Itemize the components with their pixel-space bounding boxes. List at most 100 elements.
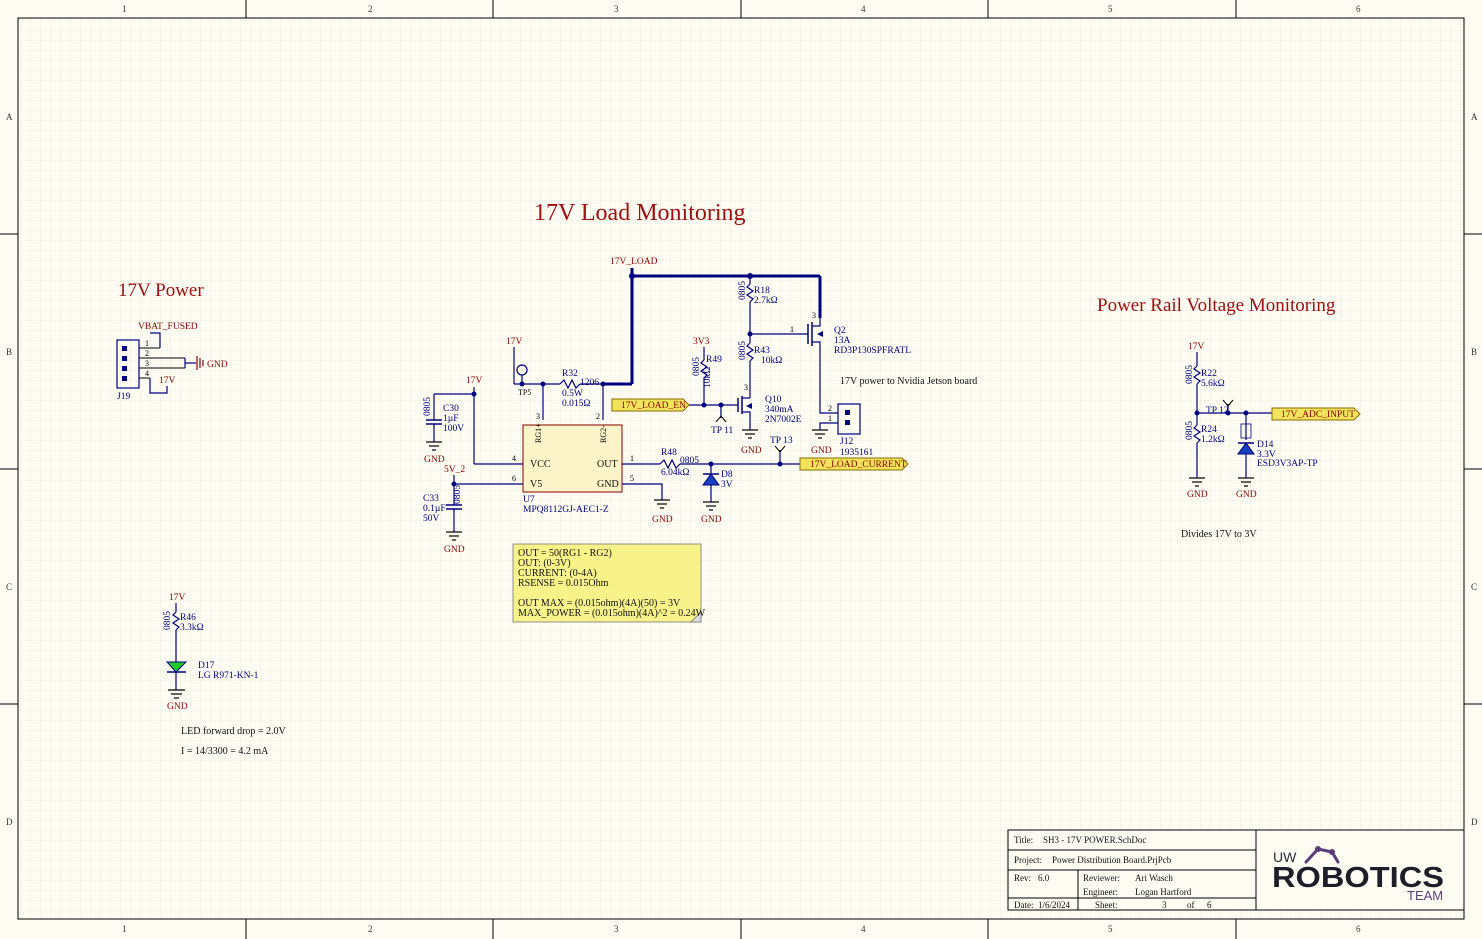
svg-text:Engineer:: Engineer: [1083,887,1118,897]
tb-sheets: 6 [1207,900,1212,910]
d14-part: ESD3V3AP-TP [1257,459,1318,469]
r46-value: 3.3kΩ [180,623,204,633]
svg-text:of: of [1187,900,1195,910]
tb-date: 1/6/2024 [1038,900,1071,910]
svg-text:RG1+: RG1+ [534,423,543,443]
c30-ref: C30 [443,404,459,414]
c30-cap: 1µF [443,414,459,424]
svg-text:GND: GND [424,455,445,465]
zone-row-b-left: B [6,347,12,357]
svg-text:0805: 0805 [423,397,433,416]
tb-engineer: Logan Hartford [1135,887,1192,897]
zone-row-d-left: D [6,817,13,827]
d8-ref: D8 [721,470,733,480]
u7-part: MPQ8112GJ-AEC1-Z [523,505,609,515]
zone-col-2-top: 2 [368,4,373,14]
r32-ref: R32 [562,369,578,379]
formula-note: OUT = 50(RG1 - RG2) OUT: (0-3V) CURRENT:… [512,543,706,623]
zone-col-1-bottom: 1 [122,924,127,934]
d17-ref: D17 [198,661,215,671]
d17-part: LG R971-KN-1 [198,671,259,681]
r24-value: 1.2kΩ [1201,435,1225,445]
svg-text:17V: 17V [1188,342,1205,352]
j12-part: 1935161 [840,448,874,458]
svg-text:5V_2: 5V_2 [444,465,465,475]
svg-text:5: 5 [630,474,634,483]
zone-col-2-bottom: 2 [368,924,373,934]
q10-ref: Q10 [765,395,782,405]
note-led-drop: LED forward drop = 2.0V [181,726,287,737]
svg-text:1: 1 [145,339,149,348]
svg-text:0805: 0805 [738,281,748,300]
svg-text:GND: GND [811,446,832,456]
tb-rev: 6.0 [1038,873,1050,883]
r18-ref: R18 [754,286,770,296]
r22-value: 5.6kΩ [1201,379,1225,389]
svg-text:V5: V5 [530,479,542,490]
r46-ref: R46 [180,613,196,623]
svg-text:3: 3 [536,412,540,421]
netport-adc-input: 17V_ADC_INPUT [1271,407,1361,421]
c30-volt: 100V [443,424,464,434]
svg-text:17V_LOAD_EN: 17V_LOAD_EN [621,401,686,411]
zone-col-5-top: 5 [1108,4,1113,14]
svg-text:Rev:: Rev: [1014,873,1031,883]
svg-text:17V: 17V [506,337,523,347]
svg-text:Project:: Project: [1014,855,1042,865]
svg-text:3V3: 3V3 [693,337,710,347]
tb-project: Power Distribution Board.PrjPcb [1052,855,1172,865]
svg-text:Date:: Date: [1014,900,1034,910]
svg-text:Title:: Title: [1014,835,1033,845]
heading-17v-power: 17V Power [118,280,204,301]
zone-col-4-top: 4 [861,4,866,14]
zone-row-c-left: C [6,582,12,592]
svg-text:1206: 1206 [580,378,599,388]
svg-text:GND: GND [741,446,762,456]
q10-current: 340mA [765,405,794,415]
heading-rail-monitoring: Power Rail Voltage Monitoring [1097,295,1336,316]
svg-text:17V_LOAD_CURRENT: 17V_LOAD_CURRENT [810,460,907,470]
note-led-current: I = 14/3300 = 4.2 mA [181,746,269,757]
u7-ref: U7 [523,495,535,505]
svg-text:6: 6 [512,474,516,483]
c33-volt: 50V [423,514,440,524]
svg-text:0805: 0805 [692,357,702,376]
svg-text:2: 2 [145,349,149,358]
r49-ref: R49 [706,355,722,365]
svg-text:0805: 0805 [1185,421,1195,440]
svg-text:VCC: VCC [530,459,551,470]
svg-text:TEAM: TEAM [1407,888,1443,903]
tp11-ref: TP 11 [711,426,734,436]
r32-value: 0.015Ω [562,399,590,409]
c33-cap: 0.1µF [423,504,446,514]
r32-power: 0.5W [562,389,583,399]
zone-col-3-top: 3 [614,4,619,14]
svg-text:1: 1 [790,325,794,334]
net-17v-j19: 17V [159,376,176,386]
tb-sheet: 3 [1162,900,1167,910]
r48-ref: R48 [661,448,677,458]
svg-text:0805: 0805 [1185,365,1195,384]
zone-col-4-bottom: 4 [861,924,866,934]
svg-text:Reviewer:: Reviewer: [1083,873,1120,883]
tp12-ref: TP 12 [1206,406,1229,416]
r43-value: 10kΩ [761,356,782,366]
svg-text:GND: GND [597,479,619,490]
note-jetson: 17V power to Nvidia Jetson board [840,376,977,387]
netport-load-current: 17V_LOAD_CURRENT [799,457,909,471]
r18-value: 2.7kΩ [754,296,778,306]
q2-ref: Q2 [834,326,846,336]
r43-ref: R43 [754,346,770,356]
svg-text:0805: 0805 [453,485,463,504]
svg-text:GND: GND [444,545,465,555]
tb-title: SH3 - 17V POWER.SchDoc [1043,835,1146,845]
svg-text:0805: 0805 [163,611,173,630]
svg-text:17V: 17V [466,376,483,386]
j12-ref: J12 [840,437,853,447]
svg-text:17V_ADC_INPUT: 17V_ADC_INPUT [1281,410,1355,420]
q10-part: 2N7002E [765,415,802,425]
svg-text:RSENSE = 0.015Ohm: RSENSE = 0.015Ohm [518,578,609,589]
net-17v-led: 17V [169,593,186,603]
svg-text:GND: GND [652,515,673,525]
svg-text:MAX_POWER = (0.015ohm)(4A)^2 =: MAX_POWER = (0.015ohm)(4A)^2 = 0.24W [518,608,706,619]
